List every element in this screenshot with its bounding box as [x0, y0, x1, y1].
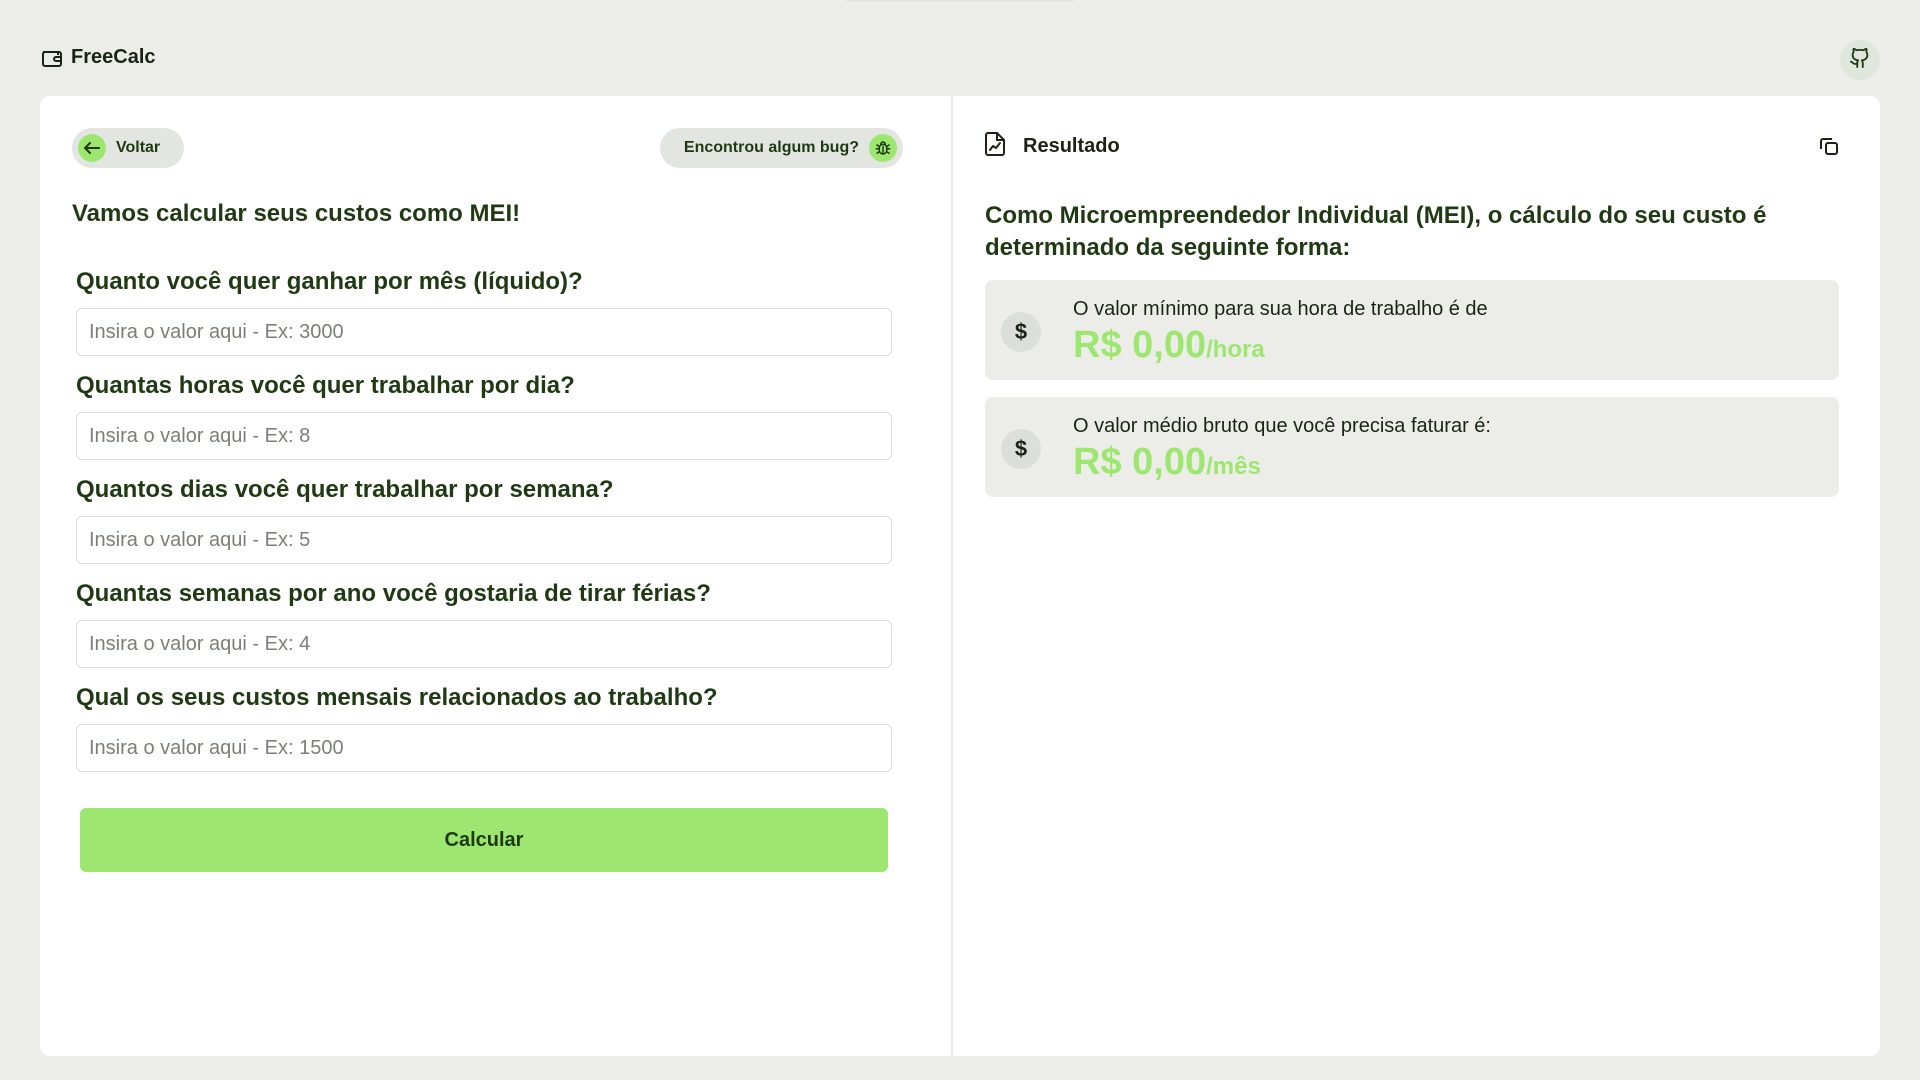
- dollar-icon: $: [1001, 312, 1041, 352]
- result-panel: Resultado Como Microempreendedor Individ…: [953, 96, 1880, 1056]
- calculate-button[interactable]: Calcular: [80, 808, 888, 872]
- back-label: Voltar: [116, 139, 161, 156]
- result-header: Resultado: [985, 132, 1120, 161]
- result-card-hourly: $ O valor mínimo para sua hora de trabal…: [985, 280, 1839, 380]
- copy-icon: [1820, 137, 1838, 160]
- result-card-monthly: $ O valor médio bruto que você precisa f…: [985, 397, 1839, 497]
- result-value: R$ 0,00/hora: [1073, 324, 1265, 367]
- field-question: Quantas horas você quer trabalhar por di…: [76, 372, 575, 399]
- field-question: Qual os seus custos mensais relacionados…: [76, 684, 718, 711]
- field-monthly-costs: Qual os seus custos mensais relacionados…: [76, 684, 892, 772]
- result-description: O valor mínimo para sua hora de trabalho…: [1073, 298, 1488, 320]
- arrow-left-icon: [78, 134, 106, 162]
- github-icon: [1849, 47, 1871, 74]
- file-chart-icon: [985, 132, 1005, 161]
- field-question: Quantos dias você quer trabalhar por sem…: [76, 476, 614, 503]
- field-hours-per-day: Quantas horas você quer trabalhar por di…: [76, 372, 892, 460]
- form-title: Vamos calcular seus custos como MEI!: [72, 200, 521, 227]
- field-question: Quanto você quer ganhar por mês (líquido…: [76, 268, 583, 295]
- hours-per-day-input[interactable]: [76, 412, 892, 460]
- result-description: O valor médio bruto que você precisa fat…: [1073, 415, 1491, 437]
- result-value: R$ 0,00/mês: [1073, 441, 1261, 484]
- dollar-icon: $: [1001, 429, 1041, 469]
- result-unit: /hora: [1206, 336, 1265, 363]
- app-name: FreeCalc: [71, 46, 156, 68]
- bug-label: Encontrou algum bug?: [683, 139, 859, 156]
- main-card: Voltar Encontrou algum bug? Vamos calcul…: [40, 96, 1880, 1056]
- result-intro: Como Microempreendedor Individual (MEI),…: [985, 202, 1767, 261]
- copy-button[interactable]: [1815, 134, 1843, 162]
- result-amount: R$ 0,00: [1073, 441, 1207, 483]
- report-bug-button[interactable]: Encontrou algum bug?: [659, 128, 903, 168]
- github-button[interactable]: [1840, 40, 1880, 80]
- top-bar: FreeCalc: [0, 0, 1920, 96]
- field-question: Quantas semanas por ano você gostaria de…: [76, 580, 711, 607]
- bug-icon: [869, 134, 897, 162]
- result-title: Resultado: [1023, 135, 1120, 157]
- days-per-week-input[interactable]: [76, 516, 892, 564]
- form-panel: Voltar Encontrou algum bug? Vamos calcul…: [40, 96, 951, 1056]
- brand[interactable]: FreeCalc: [41, 46, 156, 69]
- vacation-weeks-input[interactable]: [76, 620, 892, 668]
- monthly-income-input[interactable]: [76, 308, 892, 356]
- wallet-icon: [41, 48, 63, 68]
- field-monthly-income: Quanto você quer ganhar por mês (líquido…: [76, 268, 892, 356]
- result-amount: R$ 0,00: [1073, 324, 1207, 366]
- monthly-costs-input[interactable]: [76, 724, 892, 772]
- back-button[interactable]: Voltar: [72, 128, 185, 168]
- field-vacation-weeks: Quantas semanas por ano você gostaria de…: [76, 580, 892, 668]
- field-days-per-week: Quantos dias você quer trabalhar por sem…: [76, 476, 892, 564]
- result-unit: /mês: [1206, 453, 1261, 480]
